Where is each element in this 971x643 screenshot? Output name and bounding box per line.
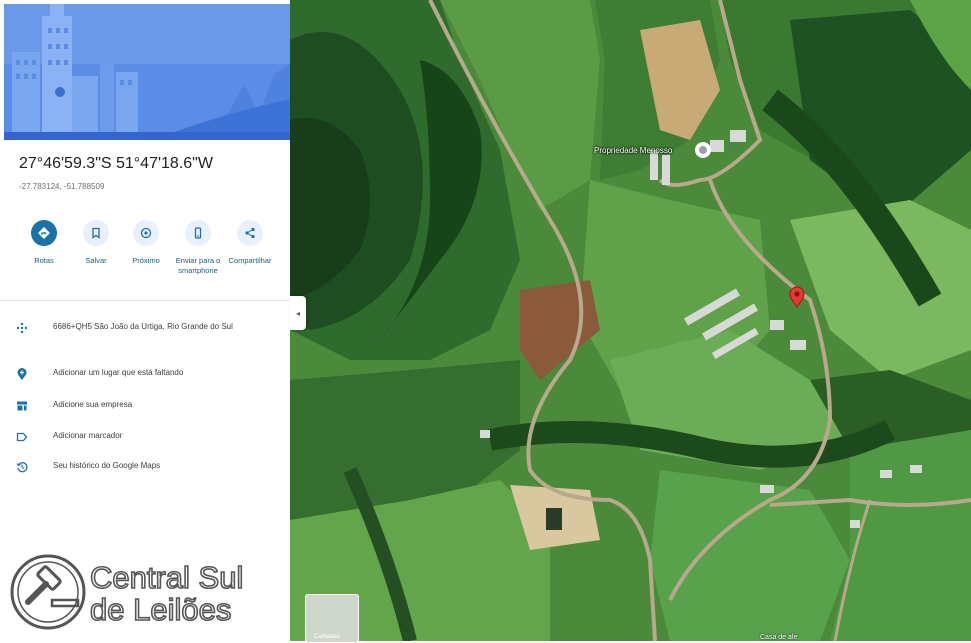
nearby-icon <box>133 220 159 246</box>
layers-button[interactable]: Camadas <box>305 594 359 643</box>
add-label-text: Adicionar marcador <box>53 431 123 440</box>
coordinates-decimal: -27.783124, -51.788509 <box>19 182 105 191</box>
place-hero-image <box>4 4 290 140</box>
bookmark-icon <box>83 220 109 246</box>
send-to-phone-label: Enviar para o smartphone <box>175 256 221 275</box>
divider <box>0 300 290 301</box>
share-label: Compartilhar <box>228 256 272 265</box>
add-place-row[interactable]: Adicionar um lugar que está faltando <box>16 367 276 381</box>
logo-line2: de Leilões <box>90 592 231 627</box>
share-icon <box>237 220 263 246</box>
layers-label: Camadas <box>314 634 340 640</box>
save-label: Salvar <box>85 256 107 265</box>
business-icon <box>16 399 38 413</box>
map-place-label[interactable]: Propriedade Menosso <box>594 146 672 155</box>
phone-icon <box>185 220 211 246</box>
collapse-panel-button[interactable]: ◂ <box>290 296 306 330</box>
directions-button[interactable]: Rotas <box>18 220 70 266</box>
label-icon <box>16 430 38 444</box>
share-button[interactable]: Compartilhar <box>224 220 276 266</box>
add-business-text: Adicione sua empresa <box>53 400 133 409</box>
history-row[interactable]: Seu histórico do Google Maps <box>16 460 276 474</box>
central-sul-logo: Central Sul de Leilões <box>8 550 268 632</box>
satellite-map[interactable] <box>290 0 971 641</box>
map-bottom-label: Casa de ale <box>760 634 798 641</box>
plus-code-row[interactable]: 6686+QH5 São João da Urtiga, Rio Grande … <box>16 321 276 335</box>
history-icon <box>16 460 38 474</box>
history-text: Seu histórico do Google Maps <box>53 461 161 470</box>
nearby-button[interactable]: Próximo <box>120 220 172 266</box>
add-place-text: Adicionar um lugar que está faltando <box>53 368 184 377</box>
chevron-left-icon: ◂ <box>295 308 300 318</box>
coordinates-title: 27°46'59.3"S 51°47'18.6"W <box>19 155 213 172</box>
directions-label: Rotas <box>34 256 54 265</box>
plus-code-icon <box>16 321 38 335</box>
action-buttons: Rotas Salvar Próximo Enviar para o smart… <box>16 220 284 300</box>
logo-line1: Central Sul <box>90 560 243 595</box>
add-place-icon <box>16 367 38 381</box>
add-business-row[interactable]: Adicione sua empresa <box>16 399 276 413</box>
send-to-phone-button[interactable]: Enviar para o smartphone <box>172 220 224 276</box>
directions-icon <box>31 220 57 246</box>
plus-code-text: 6686+QH5 São João da Urtiga, Rio Grande … <box>53 322 233 331</box>
place-panel: 27°46'59.3"S 51°47'18.6"W -27.783124, -5… <box>0 0 290 641</box>
nearby-label: Próximo <box>132 256 160 265</box>
location-pin-icon[interactable] <box>789 286 805 308</box>
add-label-row[interactable]: Adicionar marcador <box>16 430 276 444</box>
save-button[interactable]: Salvar <box>70 220 122 266</box>
satellite-imagery <box>290 0 971 641</box>
